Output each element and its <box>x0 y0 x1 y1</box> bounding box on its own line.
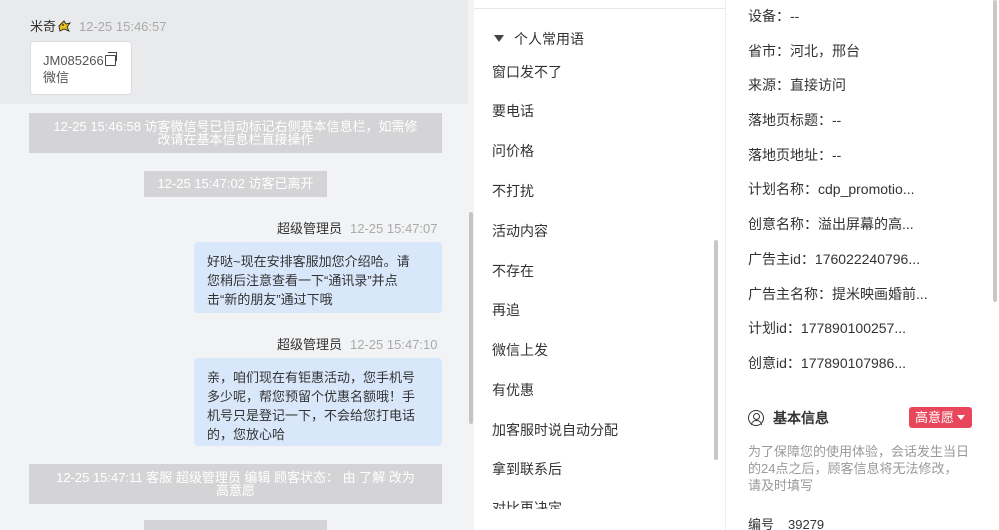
phrase-item[interactable]: 不打扰 <box>492 183 534 199</box>
phrase-item[interactable]: 微信上发 <box>492 342 548 358</box>
chat-scrollbar[interactable] <box>469 212 473 424</box>
phrase-item[interactable]: 不存在 <box>492 263 534 279</box>
caret-down-icon <box>494 35 504 42</box>
agent-sender-line: 超级管理员 12-25 15:47:07 <box>277 218 437 237</box>
info-scrollbar[interactable] <box>993 0 997 302</box>
visitor-number-value: 39279 <box>788 517 825 530</box>
agent-name: 超级管理员 <box>277 337 343 352</box>
phrase-item[interactable]: 问价格 <box>492 143 534 159</box>
system-message-left: 12-25 15:47:02 访客已离开 <box>144 171 327 197</box>
info-value: -- <box>832 147 842 163</box>
info-row-plan-id: 计划id：177890100257... <box>748 320 906 336</box>
intent-status-dropdown[interactable]: 高意愿 <box>909 407 972 428</box>
bubble-line: 您稍后注意查看一下“通讯录”并点 <box>207 273 398 288</box>
bird-emoji-icon <box>58 20 72 32</box>
system-message-autotag: 12-25 15:46:58 访客微信号已自动标记右侧基本信息栏，如需修 改请在… <box>29 113 442 153</box>
edit-notice: 为了保障您的使用体验，会话发生当日的24点之后，顾客信息将无法修改，请及时填写 <box>748 444 970 493</box>
bubble-line: 机号只是登记一下，不会给您打电话 <box>207 408 416 423</box>
info-label: 创意id： <box>748 355 801 371</box>
phrase-item[interactable]: 对比再决定 <box>492 500 562 509</box>
phrase-item[interactable]: 要电话 <box>492 103 534 119</box>
info-row-device: 设备：-- <box>748 8 799 24</box>
divider <box>474 8 725 9</box>
info-label: 省市： <box>748 43 790 59</box>
system-message-line: 高意愿 <box>215 483 255 498</box>
basic-info-title: 基本信息 <box>773 410 829 426</box>
bubble-line: 击“新的朋友”通过下哦 <box>207 292 333 307</box>
phrase-item[interactable]: 有优惠 <box>492 382 534 398</box>
agent-message-time: 12-25 15:47:10 <box>350 337 438 352</box>
user-circle-icon <box>748 410 764 426</box>
bubble-line: 亲，咱们现在有钜惠活动，您手机号 <box>207 370 416 385</box>
info-value: 河北，邢台 <box>790 43 860 59</box>
info-label: 广告主名称： <box>748 286 832 302</box>
info-row-creative-id: 创意id：177890107986... <box>748 355 906 371</box>
visitor-info-panel: 设备：-- 省市：河北，邢台 来源：直接访问 落地页标题：-- 落地页地址：--… <box>727 0 999 530</box>
phrases-scrollbar[interactable] <box>714 240 718 460</box>
workspace: 米奇 12-25 15:46:57 JM085266 微信 12-25 15:46… <box>0 0 999 530</box>
agent-message-bubble: 好哒~现在安排客服加您介绍哈。请 您稍后注意查看一下“通讯录”并点 击“新的朋友… <box>194 242 442 313</box>
info-label: 计划id： <box>748 320 801 336</box>
agent-sender-line: 超级管理员 12-25 15:47:10 <box>277 334 437 353</box>
wechat-id-text: JM085266 <box>43 53 104 68</box>
phrase-item[interactable]: 加客服时说自动分配 <box>492 422 618 438</box>
info-row-landing-title: 落地页标题：-- <box>748 112 841 128</box>
copy-icon[interactable] <box>104 52 117 66</box>
intent-status-label: 高意愿 <box>915 410 955 425</box>
quick-phrases-panel: 个人常用语 窗口发不了 要电话 问价格 不打扰 活动内容 不存在 再追 微信上发… <box>474 0 726 530</box>
info-value: 177890107986... <box>800 355 907 371</box>
phrase-group-header[interactable]: 个人常用语 <box>494 29 584 49</box>
bubble-line: 好哒~现在安排客服加您介绍哈。请 <box>207 254 410 269</box>
info-value: 直接访问 <box>790 77 846 93</box>
info-label: 来源： <box>748 77 790 93</box>
phrase-item[interactable]: 活动内容 <box>492 223 548 239</box>
wechat-card-type: 微信 <box>43 70 70 85</box>
info-value: -- <box>832 112 842 128</box>
bubble-line: 多少呢，帮您预留个优惠名额哦！手 <box>207 389 416 404</box>
agent-message-bubble: 亲，咱们现在有钜惠活动，您手机号 多少呢，帮您预留个优惠名额哦！手 机号只是登记… <box>194 358 442 446</box>
info-row-advertiser-name: 广告主名称：提米映画婚前... <box>748 286 928 302</box>
chat-panel: 米奇 12-25 15:46:57 JM085266 微信 12-25 15:46… <box>0 0 474 530</box>
visitor-number-row: 编号 39279 <box>748 514 824 530</box>
info-label: 落地页地址： <box>748 147 832 163</box>
info-value: 176022240796... <box>814 251 921 267</box>
info-value: 177890100257... <box>800 320 907 336</box>
info-row-creative-name: 创意名称：溢出屏幕的高... <box>748 216 914 232</box>
system-message-partial <box>144 520 327 530</box>
info-value: 溢出屏幕的高... <box>818 216 914 232</box>
info-label: 计划名称： <box>748 181 818 197</box>
customer-name: 米奇 <box>30 19 57 34</box>
caret-down-icon <box>957 415 966 420</box>
basic-info-header: 基本信息 <box>748 408 829 428</box>
info-row-advertiser-id: 广告主id：176022240796... <box>748 251 920 267</box>
bubble-line: 的，您放心哈 <box>207 427 286 442</box>
phrase-item[interactable]: 窗口发不了 <box>492 64 562 80</box>
wechat-id-card[interactable]: JM085266 微信 <box>30 41 132 95</box>
info-row-region: 省市：河北，邢台 <box>748 43 860 59</box>
customer-sender-line: 米奇 12-25 15:46:57 <box>30 16 166 35</box>
agent-name: 超级管理员 <box>277 221 343 236</box>
customer-message-time: 12-25 15:46:57 <box>79 19 167 34</box>
info-row-plan-name: 计划名称：cdp_promotio... <box>748 181 915 197</box>
phrase-item[interactable]: 拿到联系后 <box>492 461 562 477</box>
info-label: 创意名称： <box>748 216 818 232</box>
system-message-status-change: 12-25 15:47:11 客服 超级管理员 编辑 顾客状态： 由 了解 改为… <box>29 464 442 504</box>
info-value: 提米映画婚前... <box>832 286 928 302</box>
phrase-item[interactable]: 再追 <box>492 302 520 318</box>
visitor-number-label: 编号 <box>748 517 775 530</box>
info-label: 广告主id： <box>748 251 815 267</box>
info-label: 落地页标题： <box>748 112 832 128</box>
phrase-group-title: 个人常用语 <box>514 31 584 47</box>
info-row-source: 来源：直接访问 <box>748 77 846 93</box>
info-value: cdp_promotio... <box>818 181 915 197</box>
info-value: -- <box>790 8 800 24</box>
info-label: 设备： <box>748 8 790 24</box>
info-row-landing-url: 落地页地址：-- <box>748 147 841 163</box>
system-message-line: 改请在基本信息栏直接操作 <box>157 132 314 147</box>
agent-message-time: 12-25 15:47:07 <box>350 221 438 236</box>
